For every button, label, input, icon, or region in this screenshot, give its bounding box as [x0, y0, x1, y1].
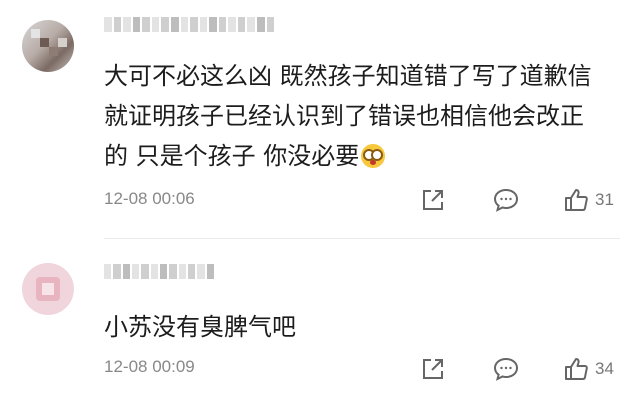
thumbs-up-icon	[565, 189, 588, 211]
username-blurred[interactable]	[104, 17, 275, 32]
comment-text-content: 大可不必这么凶 既然孩子知道错了写了道歉信就证明孩子已经认识到了错误也相信他会改…	[104, 62, 592, 170]
flushed-face-icon	[361, 144, 386, 168]
comment-time: 12-08 00:09	[104, 357, 195, 376]
like-count: 34	[595, 359, 614, 378]
avatar[interactable]	[22, 20, 74, 72]
share-button[interactable]	[420, 187, 446, 213]
share-icon	[423, 359, 443, 379]
comment-item: 大可不必这么凶 既然孩子知道错了写了道歉信就证明孩子已经认识到了错误也相信他会改…	[0, 0, 640, 238]
share-button[interactable]	[420, 356, 446, 382]
reply-button[interactable]	[492, 356, 520, 382]
username-blurred[interactable]	[104, 264, 214, 279]
comment-bubble-icon	[493, 188, 519, 212]
comment-text: 小苏没有臭脾气吧	[104, 313, 296, 341]
share-icon	[423, 190, 443, 210]
comment-time: 12-08 00:06	[104, 189, 195, 208]
comment-text: 大可不必这么凶 既然孩子知道错了写了道歉信就证明孩子已经认识到了错误也相信他会改…	[104, 56, 604, 176]
avatar[interactable]	[22, 263, 74, 315]
like-count: 31	[595, 190, 614, 209]
comment-bubble-icon	[493, 357, 519, 381]
like-button[interactable]: 34	[563, 356, 614, 382]
divider	[104, 238, 620, 239]
reply-button[interactable]	[492, 187, 520, 213]
comment-item: 小苏没有臭脾气吧 12-08 00:09 34	[0, 240, 640, 404]
thumbs-up-icon	[565, 358, 588, 380]
like-button[interactable]: 31	[563, 187, 614, 213]
